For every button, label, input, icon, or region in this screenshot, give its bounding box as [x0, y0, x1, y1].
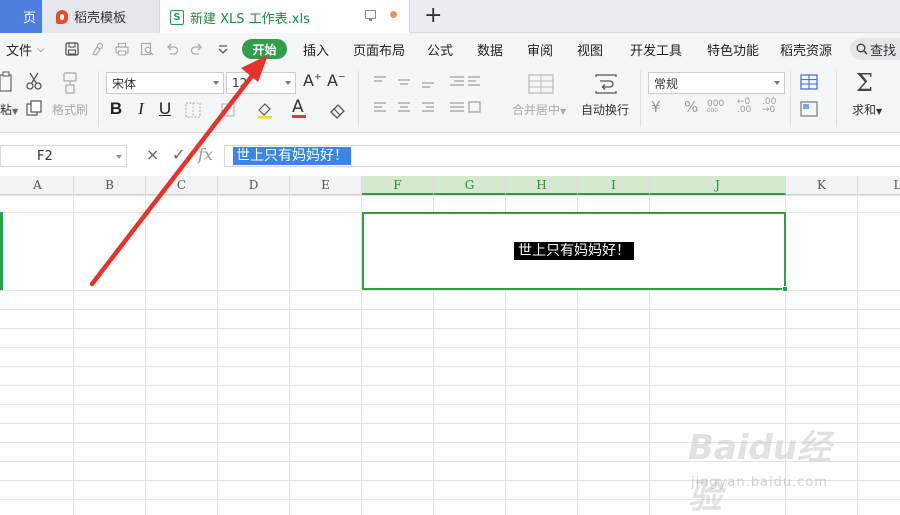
watermark-brand: Baidu经验: [688, 428, 832, 515]
watermark-url: jingyan.baidu.com: [691, 475, 828, 490]
watermark: Baidu经验 jingyan.baidu.com: [688, 420, 858, 515]
